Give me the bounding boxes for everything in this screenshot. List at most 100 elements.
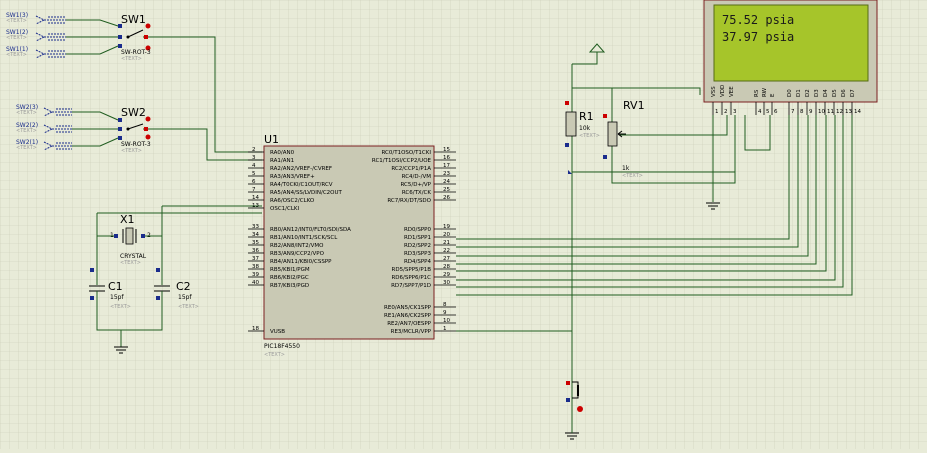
sw2-text: <TEXT> — [121, 148, 142, 154]
x1-part: CRYSTAL — [120, 253, 147, 260]
u1-part: PIC18F4550 — [264, 343, 300, 350]
mcu-pin-number: 9 — [443, 310, 447, 316]
mcu-pin-number: 29 — [443, 272, 450, 278]
c1-name: C1 — [108, 280, 123, 293]
lcd-pin-label: D3 — [814, 89, 820, 97]
mcu-pin-label: RC0/T1OSO/T1CKI — [381, 150, 431, 156]
mcu-pin-label: RA6/OSC2/CLKO — [270, 198, 315, 204]
terminal-text: <TEXT> — [16, 128, 37, 134]
x1-name: X1 — [120, 213, 135, 226]
mcu-pin-number: 13 — [252, 203, 259, 209]
mcu-pin-label: RD2/SPP2 — [404, 243, 431, 249]
mcu-pin-label: RA5/AN4/SS/LVDIN/C2OUT — [270, 190, 343, 196]
mcu-pin-number: 25 — [443, 187, 450, 193]
mcu-pin-number: 24 — [443, 179, 450, 185]
mcu-pin-label: RB6/KBI2/PGC — [270, 275, 309, 281]
mcu-pin-number: 34 — [252, 232, 259, 238]
lcd-pin-label: D4 — [823, 89, 829, 97]
mcu-pin-label: RD3/SPP3 — [404, 251, 432, 257]
mcu-pin-label: RD6/SPP6/P1C — [391, 275, 431, 281]
r1-name: R1 — [579, 110, 594, 123]
lcd-pin-number: 2 — [724, 109, 728, 115]
mcu-pin-number: 23 — [443, 171, 450, 177]
mcu-pin-number: 30 — [443, 280, 450, 286]
c1-text: <TEXT> — [110, 304, 131, 310]
sw2-name: SW2 — [121, 106, 146, 119]
lcd-pin-number: 9 — [809, 109, 813, 115]
lcd-pin-label: RS — [754, 89, 760, 97]
lcd-pin-label: D5 — [832, 89, 838, 97]
sw2-button-up[interactable] — [145, 116, 151, 122]
lcd-pin-number: 6 — [774, 109, 778, 115]
mcu-pin-label: VUSB — [270, 329, 285, 335]
mcu-pin-number: 14 — [252, 195, 259, 201]
lcd-pin-label: D7 — [850, 89, 856, 97]
sw1-name: SW1 — [121, 13, 146, 26]
c1-value: 15pf — [110, 294, 124, 301]
mcu-pin-number: 35 — [252, 240, 259, 246]
r1-value: 10k — [579, 125, 591, 132]
mcu-pin-label: RA4/T0CKI/C1OUT/RCV — [270, 182, 333, 188]
sw2-button-down[interactable] — [145, 134, 151, 140]
terminal-text: <TEXT> — [6, 18, 27, 24]
sw1-part: SW-ROT-3 — [121, 49, 151, 56]
mcu-pin-label: RB0/AN12/INT0/FLT0/SDI/SDA — [270, 227, 351, 233]
lcd-pin-number: 11 — [827, 109, 834, 115]
rv1-name: RV1 — [623, 99, 645, 112]
mcu-pin-label: RC2/CCP1/P1A — [391, 166, 431, 172]
mcu-pin-label: RA0/AN0 — [270, 150, 295, 156]
lcd-pin-number: 13 — [845, 109, 852, 115]
sw1-button-up[interactable] — [145, 23, 151, 29]
mcu-pin-number: 2 — [252, 147, 256, 153]
lcd-pin-label: E — [770, 93, 776, 97]
mcu-pin-number: 20 — [443, 232, 450, 238]
mcu-pin-number: 37 — [252, 256, 259, 262]
mcu-pin-label: RB3/AN9/CCP2/VPO — [270, 251, 325, 257]
mcu-pin-number: 26 — [443, 195, 450, 201]
lcd-pin-label: VSS — [711, 86, 717, 97]
c2-text: <TEXT> — [178, 304, 199, 310]
mcu-pin-number: 38 — [252, 264, 259, 270]
c2-value: 15pf — [178, 294, 192, 301]
mcu-pin-label: RD5/SPP5/P1B — [392, 267, 432, 273]
r1-text: <TEXT> — [579, 133, 600, 139]
lcd-pin-number: 14 — [854, 109, 861, 115]
terminal-text: <TEXT> — [6, 35, 27, 41]
mcu-pin-label: RA2/AN2/VREF-/CVREF — [270, 166, 332, 172]
mcu-pin-number: 1 — [443, 326, 447, 332]
mcu-pin-label: RE0/AN5/CK1SPP — [384, 305, 432, 311]
mcu-pin-label: RC6/TX/CK — [402, 190, 432, 196]
mcu-pin-label: RE3/MCLR/VPP — [391, 329, 432, 335]
mcu-pin-number: 15 — [443, 147, 450, 153]
lcd-pin-label: D2 — [805, 89, 811, 97]
lcd-pin-label: RW — [762, 87, 768, 97]
mcu-pin-label: RE2/AN7/OESPP — [387, 321, 431, 327]
mcu-pin-number: 6 — [252, 179, 256, 185]
mcu-pin-label: RC1/T1OSI/CCP2/UOE — [372, 158, 432, 164]
mcu-pin-label: RA1/AN1 — [270, 158, 294, 164]
mcu-u1[interactable]: U1 2 RA0/AN0 3 RA1/AN1 4 RA2/AN2/VREF-/CVREF 5… — [248, 133, 456, 358]
rv1-value: 1k — [622, 165, 630, 172]
mcu-pin-label: RB2/AN8/INT2/VMO — [270, 243, 324, 249]
mcu-pin-number: 17 — [443, 163, 450, 169]
mcu-pin-label: RD7/SPP7/P1D — [391, 283, 431, 289]
lcd-line1: 75.52 psia — [722, 13, 794, 27]
mcu-pin-number: 18 — [252, 326, 259, 332]
mcu-pin-number: 7 — [252, 187, 256, 193]
mcu-pin-number: 10 — [443, 318, 450, 324]
mcu-pin-label: RD0/SPP0 — [404, 227, 432, 233]
lcd-pin-number: 12 — [836, 109, 843, 115]
mcu-pin-number: 21 — [443, 240, 450, 246]
mcu-pin-label: RB5/KBI1/PGM — [270, 267, 310, 273]
schematic-canvas[interactable]: SW1(3) <TEXT> SW1(2) <TEXT> SW1(1) <TEXT… — [0, 0, 927, 449]
mcu-pin-number: 22 — [443, 248, 450, 254]
lcd-pin-label: D1 — [796, 89, 802, 97]
lcd-pin-number: 3 — [733, 109, 737, 115]
mcu-pin-number: 16 — [443, 155, 450, 161]
mcu-pin-label: RB1/AN10/INT1/SCK/SCL — [270, 235, 338, 241]
lcd-pin-label: D6 — [841, 89, 847, 97]
lcd-module[interactable]: 75.52 psia 37.97 psia VSS 1 VDD 2 VEE 3 RS 4 RW 5… — [703, 0, 878, 115]
mcu-pin-label: RC7/RX/DT/SDO — [387, 198, 431, 204]
mcu-pin-label: RD4/SPP4 — [404, 259, 432, 265]
mcu-pin-number: 19 — [443, 224, 450, 230]
